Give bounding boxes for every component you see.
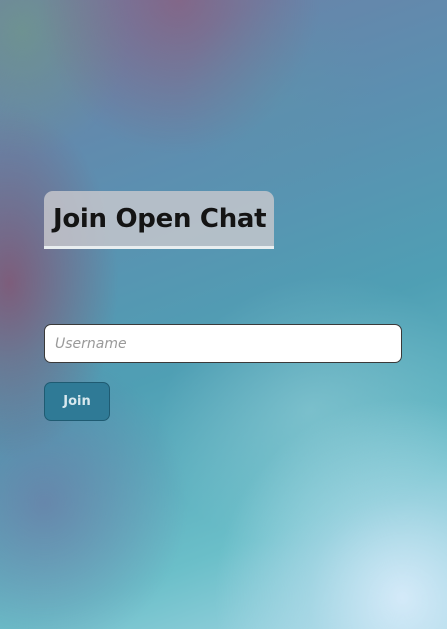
username-input[interactable] bbox=[44, 324, 402, 363]
background-glow bbox=[180, 0, 380, 200]
join-button[interactable]: Join bbox=[44, 382, 110, 421]
title-card: Join Open Chat bbox=[44, 191, 274, 249]
background-glow bbox=[110, 224, 447, 596]
page-title: Join Open Chat bbox=[53, 203, 267, 234]
